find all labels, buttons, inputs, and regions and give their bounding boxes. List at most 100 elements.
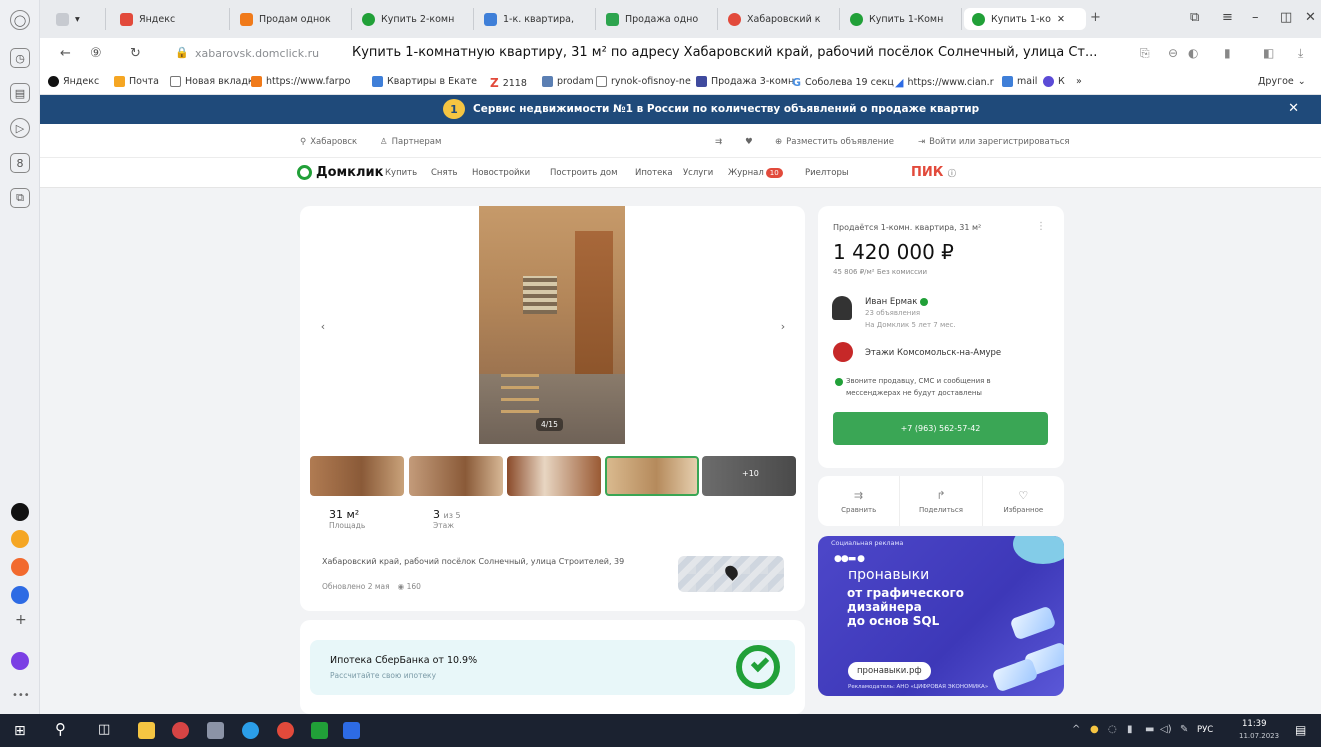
screenshot-icon[interactable]: ⧉ — [10, 188, 30, 208]
bookmark-4[interactable]: Квартиры в Екате — [372, 76, 477, 87]
word-icon[interactable] — [343, 722, 360, 739]
thumbnail[interactable] — [409, 456, 503, 496]
nav-buy[interactable]: Купить — [385, 168, 417, 178]
yandex-icon[interactable]: ⑨ — [90, 46, 102, 61]
mortgage-subtitle[interactable]: Рассчитайте свою ипотеку — [330, 671, 436, 680]
collections-icon[interactable]: ▤ — [10, 83, 30, 103]
tab-6[interactable]: Купить 1-Комн — [842, 8, 962, 30]
lock-icon[interactable]: 🔒 — [175, 46, 189, 59]
compare-button[interactable]: ⇉ Сравнить — [818, 476, 901, 526]
minimap[interactable] — [678, 556, 784, 592]
nav-build-house[interactable]: Построить дом — [550, 168, 618, 178]
download-icon[interactable]: ⤓ — [1298, 46, 1303, 61]
post-ad-link[interactable]: ⊕ Разместить объявление — [775, 137, 894, 147]
compare-top-icon[interactable]: ⇉ — [715, 137, 722, 147]
app-icon-2[interactable] — [11, 530, 29, 548]
yandex-icon[interactable] — [277, 722, 294, 739]
more-options-icon[interactable]: ⋮ — [1036, 221, 1046, 232]
pen-icon[interactable]: ✎ — [1180, 724, 1188, 735]
ad-site-button[interactable]: пронавыки.рф — [848, 662, 931, 680]
close-window-icon[interactable]: ✕ — [1305, 10, 1316, 25]
app-icon-4[interactable] — [11, 586, 29, 604]
tab-4[interactable]: Продажа одно — [598, 8, 718, 30]
yandex-browser-icon[interactable] — [172, 722, 189, 739]
favorite-button[interactable]: ♡ Избранное — [983, 476, 1064, 526]
bookmark-10[interactable]: ◢ https://www.cian.r — [895, 76, 994, 89]
next-photo-button[interactable]: › — [773, 316, 793, 336]
tray-app-icon[interactable]: ● — [1090, 724, 1099, 735]
reload-icon[interactable]: ↻ — [130, 46, 141, 61]
task-view-icon[interactable]: ◫ — [98, 722, 110, 737]
clock-time[interactable]: 11:39 — [1242, 719, 1267, 729]
media-icon[interactable]: ▷ — [10, 118, 30, 138]
tab-1[interactable]: Продам однок — [232, 8, 352, 30]
bookmark-12[interactable]: К — [1043, 76, 1065, 87]
agent-ads-count[interactable]: 23 объявления — [865, 309, 920, 317]
pik-logo[interactable]: ПИК ⓘ — [911, 165, 956, 180]
language-indicator[interactable]: РУС — [1197, 725, 1213, 735]
page-title[interactable]: Купить 1-комнатную квартиру, 31 м² по ад… — [352, 45, 1097, 60]
app-icon-3[interactable] — [11, 558, 29, 576]
share-button[interactable]: ↱ Поделиться — [900, 476, 983, 526]
windows-start-icon[interactable]: ⊞ — [14, 723, 26, 739]
agent-avatar[interactable] — [832, 296, 852, 320]
close-tab-icon[interactable]: ✕ — [1057, 14, 1065, 25]
thumbnail[interactable] — [507, 456, 601, 496]
tab-2[interactable]: Купить 2-комн — [354, 8, 474, 30]
bookmark-icon[interactable]: ▮ — [1224, 46, 1231, 60]
tabs-overview-icon[interactable]: ⧉ — [1190, 10, 1199, 25]
nav-new-buildings[interactable]: Новостройки — [472, 168, 530, 178]
nav-mortgage[interactable]: Ипотека — [635, 168, 673, 178]
restore-icon[interactable]: ◫ — [1280, 10, 1292, 25]
login-link[interactable]: ⇥ Войти или зарегистрироваться — [918, 137, 1070, 147]
add-app-icon[interactable]: + — [15, 612, 27, 628]
bookmark-2[interactable]: Новая вкладка — [170, 76, 259, 87]
file-explorer-icon[interactable] — [138, 722, 155, 739]
protect-icon[interactable]: ⊖ — [1168, 46, 1178, 60]
app-icon[interactable] — [207, 722, 224, 739]
tab-0[interactable]: Яндекс — [112, 8, 230, 30]
thumbnail-more[interactable]: +10 — [702, 456, 796, 496]
alice-icon[interactable] — [11, 652, 29, 670]
bookmarks-other[interactable]: Другое ⌄ — [1258, 76, 1306, 87]
bookmark-1[interactable]: Почта — [114, 76, 159, 87]
bookmark-9[interactable]: G Соболева 19 секц — [792, 76, 894, 89]
extension-icon[interactable]: ◐ — [1188, 46, 1198, 60]
nav-realtors[interactable]: Риелторы — [805, 168, 849, 178]
tab-5[interactable]: Хабаровский к — [720, 8, 840, 30]
show-phone-button[interactable]: +7 (963) 562-57-42 — [833, 412, 1048, 445]
reader-icon[interactable]: ◧ — [1263, 46, 1274, 60]
bookmark-6[interactable]: prodam — [542, 76, 594, 87]
excel-icon[interactable] — [311, 722, 328, 739]
tab-3[interactable]: 1-к. квартира, — [476, 8, 596, 30]
notes-icon[interactable]: 8 — [10, 153, 30, 173]
edge-icon[interactable] — [242, 722, 259, 739]
banner-text[interactable]: Сервис недвижимости №1 в России по колич… — [473, 103, 979, 115]
tab-group[interactable]: ▾ — [48, 8, 106, 30]
menu-icon[interactable]: ≡ — [1222, 10, 1233, 25]
back-icon[interactable]: ← — [60, 46, 71, 61]
nav-journal[interactable]: Журнал 10 — [728, 168, 783, 178]
bookmark-0[interactable]: Яндекс — [48, 76, 99, 87]
minimize-icon[interactable]: – — [1252, 10, 1259, 25]
tray-expand-icon[interactable]: ^ — [1072, 724, 1080, 735]
ad-banner[interactable]: Социальная реклама ●●▬ ● пронавыки от гр… — [818, 536, 1064, 696]
profile-icon[interactable]: ◯ — [10, 10, 30, 30]
app-icon-1[interactable] — [11, 503, 29, 521]
main-photo[interactable]: 4/15 — [479, 206, 625, 444]
search-icon[interactable]: ⚲ — [55, 720, 66, 738]
nav-rent[interactable]: Снять — [431, 168, 458, 178]
volume-icon[interactable]: ◁) — [1160, 724, 1172, 735]
notifications-icon[interactable]: ▤ — [1295, 723, 1306, 737]
translate-icon[interactable]: ⎘ — [1140, 46, 1150, 61]
agent-name-link[interactable]: Иван Ермак — [865, 297, 929, 307]
bookmark-11[interactable]: mail — [1002, 76, 1037, 87]
partners-link[interactable]: ♙ Партнерам — [380, 137, 441, 147]
agency-name[interactable]: Этажи Комсомольск-на-Амуре — [865, 348, 1001, 358]
tab-active[interactable]: Купить 1-ко ✕ — [964, 8, 1086, 30]
more-icon[interactable]: ••• — [12, 690, 30, 701]
thumbnail[interactable] — [310, 456, 404, 496]
nav-services[interactable]: Услуги — [683, 168, 713, 178]
prev-photo-button[interactable]: ‹ — [313, 316, 333, 336]
bookmark-7[interactable]: rynok-ofisnoy-nedv — [596, 76, 691, 87]
